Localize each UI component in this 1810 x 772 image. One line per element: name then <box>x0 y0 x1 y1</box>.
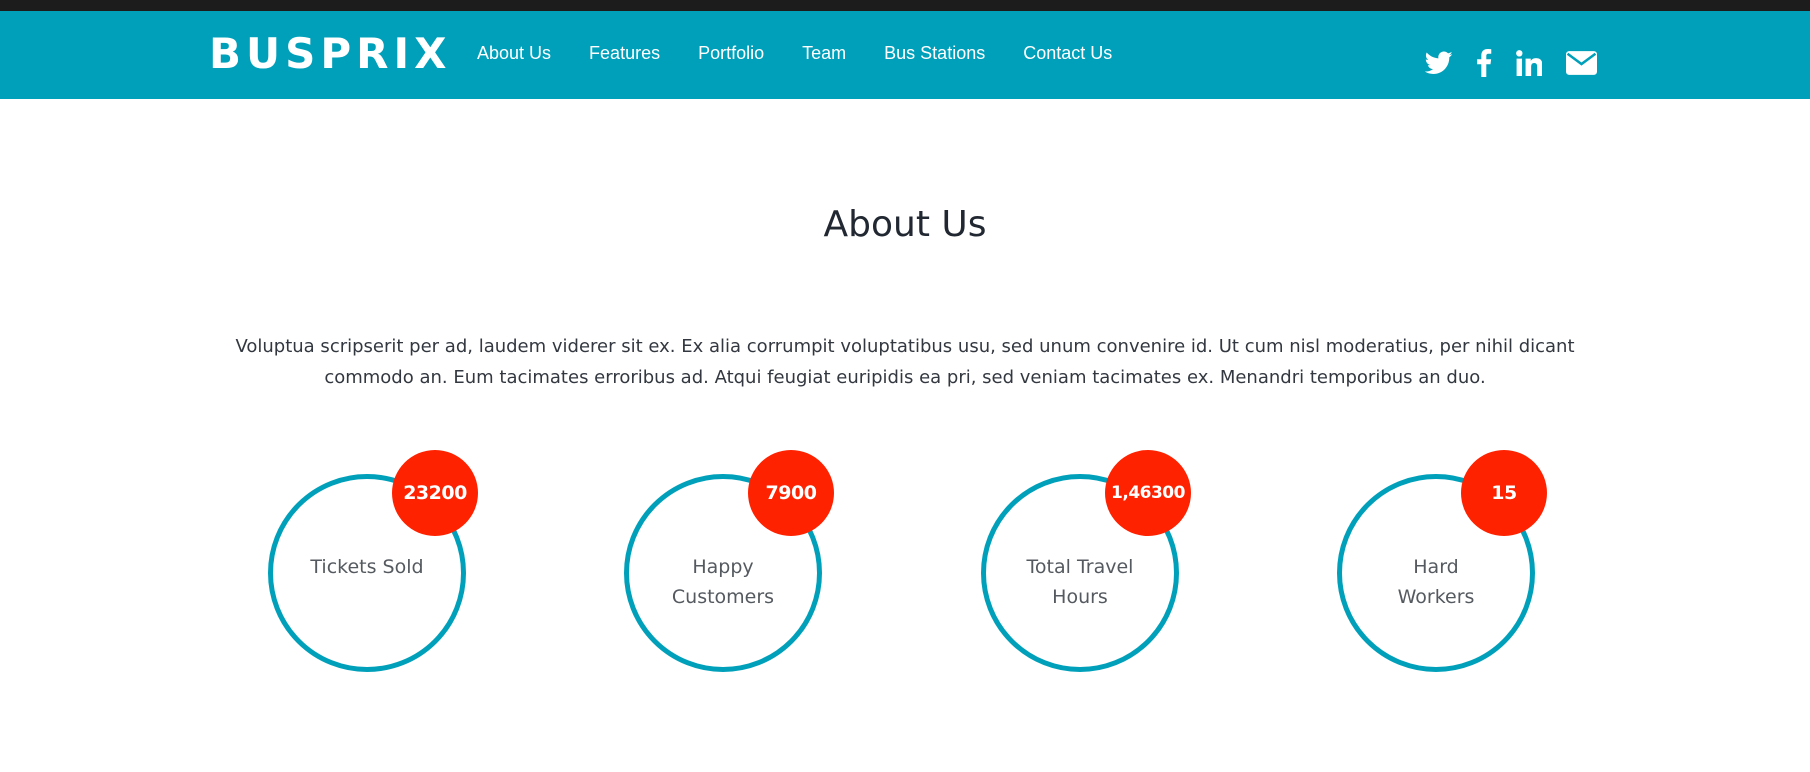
stat-value-badge: 1,46300 <box>1105 450 1191 536</box>
stat-label-line-1: Total Travel <box>1026 556 1134 578</box>
stat-label-line-1: Tickets Sold <box>310 556 424 578</box>
facebook-icon[interactable] <box>1474 48 1494 78</box>
section-title: About Us <box>823 204 987 245</box>
intro-line-2: commodo an. Eum tacimates erroribus ad. … <box>324 367 1486 388</box>
nav-link-portfolio[interactable]: Portfolio <box>698 41 764 65</box>
stat-label-line-1: Hard <box>1413 556 1459 578</box>
stat-label: Total Travel Hours <box>991 552 1169 612</box>
stat-label-line-1: Happy <box>692 556 754 578</box>
stat-value-badge: 7900 <box>748 450 834 536</box>
twitter-icon[interactable] <box>1424 48 1454 78</box>
stat-label-line-2: Workers <box>1397 586 1475 608</box>
brand-logo[interactable]: BUSPRIX <box>209 29 452 79</box>
navbar: BUSPRIX About Us Features Portfolio Team… <box>0 11 1810 99</box>
top-strip <box>0 0 1810 11</box>
stat-label-line-2: Hours <box>1052 586 1108 608</box>
stat-happy-customers: Happy Customers 7900 <box>624 450 834 672</box>
stat-value-badge: 23200 <box>392 450 478 536</box>
nav-menu: About Us Features Portfolio Team Bus Sta… <box>477 41 1150 65</box>
stat-hard-workers: Hard Workers 15 <box>1337 450 1547 672</box>
stat-label-line-2: Customers <box>671 586 775 608</box>
intro-line-1: Voluptua scripserit per ad, laudem vider… <box>235 336 1575 357</box>
linkedin-icon[interactable] <box>1514 48 1544 78</box>
nav-link-team[interactable]: Team <box>802 41 846 65</box>
intro-paragraph: Voluptua scripserit per ad, laudem vider… <box>220 331 1590 393</box>
stat-value-badge: 15 <box>1461 450 1547 536</box>
envelope-icon[interactable] <box>1564 48 1598 78</box>
nav-link-contact-us[interactable]: Contact Us <box>1023 41 1112 65</box>
nav-link-about-us[interactable]: About Us <box>477 41 551 65</box>
stat-label: Tickets Sold <box>278 552 456 582</box>
stat-label: Happy Customers <box>634 552 812 612</box>
nav-link-bus-stations[interactable]: Bus Stations <box>884 41 985 65</box>
stat-label: Hard Workers <box>1347 552 1525 612</box>
nav-link-features[interactable]: Features <box>589 41 660 65</box>
stat-total-travel-hours: Total Travel Hours 1,46300 <box>981 450 1191 672</box>
stat-tickets-sold: Tickets Sold 23200 <box>268 450 478 672</box>
